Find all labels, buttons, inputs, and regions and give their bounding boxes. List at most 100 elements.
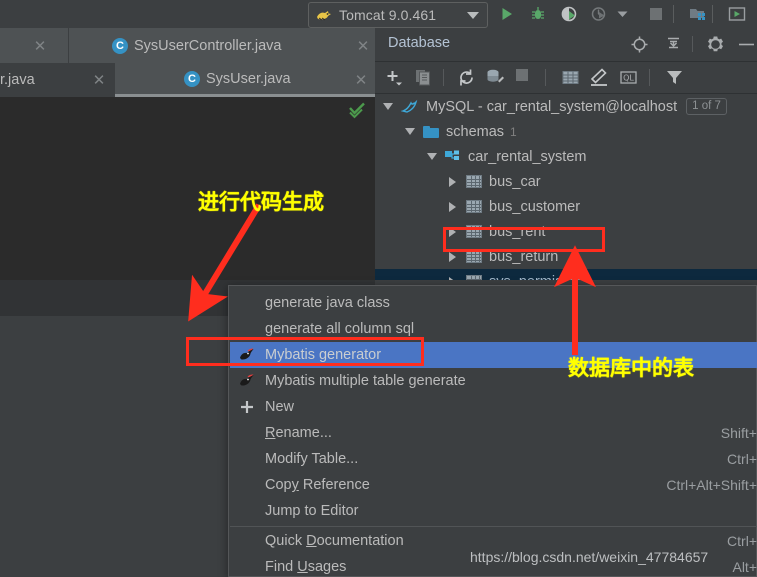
- mysql-dolphin-icon: [400, 99, 419, 115]
- schema-icon: [445, 150, 461, 164]
- collapse-all-icon[interactable]: [664, 35, 683, 54]
- modify-icon[interactable]: [590, 68, 609, 87]
- query-console-icon[interactable]: QL: [619, 68, 638, 87]
- chevron-right-icon[interactable]: [449, 201, 456, 212]
- menu-item-label: Mybatis multiple table generate: [265, 373, 466, 389]
- run-coverage-icon[interactable]: [558, 4, 579, 24]
- main-toolbar: Tomcat 9.0.461: [0, 0, 757, 29]
- editor-tab-row-2: r.java ✕ C SysUser.java ✕: [0, 63, 375, 97]
- filter-icon[interactable]: [665, 68, 684, 87]
- run-configuration-selector[interactable]: Tomcat 9.0.461: [308, 2, 488, 28]
- tree-node-label: schemas: [446, 123, 505, 140]
- editor-tab-label: r.java: [0, 72, 35, 88]
- datasource-count-badge: 1 of 7: [686, 98, 727, 115]
- close-icon[interactable]: ✕: [92, 73, 106, 88]
- tree-node-bus-car[interactable]: bus_car: [375, 169, 757, 194]
- add-data-source-icon[interactable]: [385, 68, 404, 87]
- toolbar-divider-2: [712, 5, 713, 23]
- chevron-right-icon[interactable]: [449, 176, 456, 187]
- table-icon: [466, 200, 482, 213]
- menu-item-accel: Alt+: [732, 559, 757, 575]
- tree-node-label: car_rental_system: [468, 148, 587, 165]
- profile-dropdown-caret-icon[interactable]: [612, 4, 633, 24]
- folder-icon: [423, 125, 439, 138]
- editor-tab-sysuser[interactable]: C SysUser.java ✕: [115, 63, 375, 97]
- update-app-icon[interactable]: [726, 4, 747, 24]
- run-configuration-label: Tomcat 9.0.461: [339, 7, 437, 23]
- table-icon: [466, 175, 482, 188]
- run-icon[interactable]: [496, 4, 517, 24]
- chevron-right-icon[interactable]: [449, 276, 456, 280]
- editor-tab-partial-1[interactable]: ✕: [0, 28, 68, 63]
- close-icon[interactable]: ✕: [33, 39, 47, 54]
- menu-item-label: Rename...: [265, 425, 332, 441]
- menu-item-label: Modify Table...: [265, 451, 359, 467]
- schemas-count: 1: [510, 124, 517, 139]
- settings-gear-icon[interactable]: [706, 35, 725, 54]
- db-tools-icon[interactable]: [486, 68, 505, 87]
- tomcat-cat-icon: [315, 7, 333, 23]
- profile-icon[interactable]: [589, 4, 610, 24]
- table-editor-icon[interactable]: [561, 68, 580, 87]
- chevron-down-icon[interactable]: [427, 153, 437, 160]
- svg-text:QL: QL: [623, 74, 634, 83]
- editor-tab-partial-2[interactable]: r.java ✕: [0, 63, 121, 97]
- tree-node-schemas[interactable]: schemas 1: [375, 119, 757, 144]
- menu-item-new[interactable]: New: [230, 394, 757, 420]
- menu-item-label: generate all column sql: [265, 321, 415, 337]
- menu-item-jump-to-editor[interactable]: Jump to Editor: [230, 498, 757, 524]
- debug-icon[interactable]: [527, 4, 548, 24]
- chevron-down-icon[interactable]: [405, 128, 415, 135]
- close-icon[interactable]: ✕: [354, 73, 368, 88]
- copy-icon: [414, 68, 433, 87]
- menu-item-label: Copy Reference: [265, 477, 370, 493]
- menu-item-label: Quick Documentation: [265, 533, 404, 549]
- ide-window: Tomcat 9.0.461 ✕ C SysUserController.jav…: [0, 0, 757, 577]
- menu-separator: [230, 526, 757, 527]
- database-panel-header: Database: [375, 28, 757, 62]
- tree-node-mysql-datasource[interactable]: MySQL - car_rental_system@localhost 1 of…: [375, 94, 757, 119]
- editor-tab-label: SysUser.java: [206, 70, 291, 87]
- highlight-box-bus-rent: [443, 227, 605, 252]
- tree-node-sys-permission[interactable]: sys_permission: [375, 269, 757, 280]
- green-double-check-icon[interactable]: [349, 101, 367, 119]
- chevron-right-icon[interactable]: [449, 251, 456, 262]
- toolbar-divider: [443, 69, 444, 86]
- chevron-down-icon[interactable]: [383, 103, 393, 110]
- watermark-url: https://blog.csdn.net/weixin_47784657: [470, 549, 709, 565]
- close-icon[interactable]: ✕: [356, 39, 370, 54]
- mybatis-bird-icon: [238, 372, 256, 390]
- plus-icon: [238, 398, 256, 416]
- stop-icon: [515, 68, 534, 87]
- menu-item-label: generate java class: [265, 295, 390, 311]
- editor-tab-row-1: ✕ C SysUserController.java ✕: [0, 28, 375, 63]
- tree-node-label: MySQL - car_rental_system@localhost: [426, 98, 678, 115]
- menu-item-rename[interactable]: Rename... Shift+: [230, 420, 757, 446]
- tree-node-label: bus_customer: [489, 198, 581, 215]
- menu-item-modify-table[interactable]: Modify Table... Ctrl+: [230, 446, 757, 472]
- locate-target-icon[interactable]: [630, 35, 649, 54]
- database-toolbar: QL: [375, 61, 757, 94]
- tree-node-car-rental-system[interactable]: car_rental_system: [375, 144, 757, 169]
- toolbar-divider-2: [545, 69, 546, 86]
- menu-item-label: Find Usages: [265, 559, 347, 575]
- context-menu: generate java class generate all column …: [228, 285, 757, 577]
- database-tree[interactable]: MySQL - car_rental_system@localhost 1 of…: [375, 94, 757, 280]
- menu-item-accel: Ctrl+: [727, 451, 757, 467]
- highlight-box-mybatis-generator: [186, 337, 424, 366]
- editor-tab-label: SysUserController.java: [134, 37, 282, 54]
- menu-item-accel: Ctrl+: [727, 533, 757, 549]
- table-icon: [466, 275, 482, 280]
- minimize-icon[interactable]: [737, 35, 756, 54]
- editor-tab-sysusercontroller[interactable]: C SysUserController.java ✕: [69, 28, 375, 63]
- chevron-down-icon[interactable]: [467, 11, 479, 19]
- refresh-icon[interactable]: [457, 68, 476, 87]
- menu-item-copy-reference[interactable]: Copy Reference Ctrl+Alt+Shift+: [230, 472, 757, 498]
- tree-node-bus-customer[interactable]: bus_customer: [375, 194, 757, 219]
- menu-item-accel: Shift+: [720, 425, 757, 441]
- header-divider: [692, 36, 693, 52]
- project-structure-icon[interactable]: [687, 4, 708, 24]
- java-class-icon: C: [112, 37, 128, 54]
- menu-item-generate-java-class[interactable]: generate java class: [230, 290, 757, 316]
- tree-node-label: sys_permission: [489, 274, 589, 281]
